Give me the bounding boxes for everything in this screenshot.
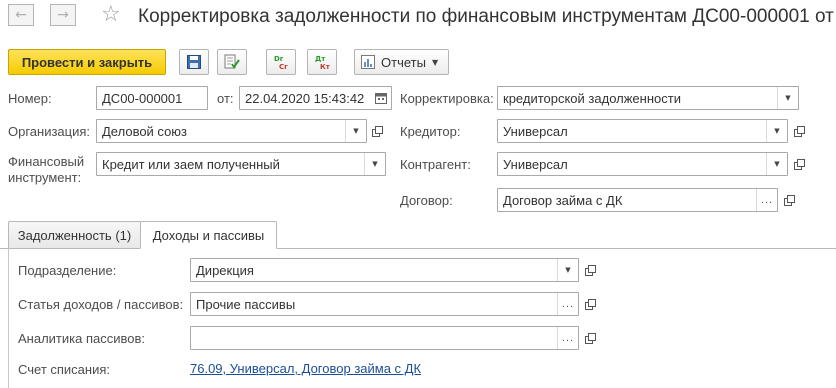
income-item-value: Прочие пассивы bbox=[196, 297, 296, 312]
forward-button[interactable]: → bbox=[50, 4, 76, 26]
open-form-icon bbox=[783, 194, 795, 206]
date-label: от: bbox=[217, 91, 234, 106]
creditor-field[interactable]: Универсал ▼ bbox=[497, 119, 788, 143]
dt-kt-button[interactable]: Дт Кт bbox=[307, 49, 337, 75]
open-form-icon bbox=[371, 125, 383, 137]
post-document-icon bbox=[224, 54, 240, 69]
analytics-open-button[interactable] bbox=[580, 327, 600, 349]
open-form-icon bbox=[793, 125, 805, 137]
analytics-field[interactable]: ... bbox=[190, 326, 579, 350]
instrument-dropdown[interactable]: ▼ bbox=[364, 153, 385, 175]
department-field[interactable]: Дирекция ▼ bbox=[190, 258, 579, 282]
chevron-down-icon: ▼ bbox=[565, 266, 571, 274]
organization-value: Деловой союз bbox=[102, 124, 188, 139]
correction-value: кредиторской задолженности bbox=[503, 91, 681, 106]
contract-field[interactable]: Договор займа с ДК ... bbox=[497, 188, 778, 212]
organization-dropdown[interactable]: ▼ bbox=[345, 120, 366, 142]
instrument-label-line1: Финансовый bbox=[8, 154, 85, 169]
creditor-dropdown[interactable]: ▼ bbox=[766, 120, 787, 142]
number-label: Номер: bbox=[8, 91, 52, 106]
creditor-open-button[interactable] bbox=[789, 120, 809, 142]
back-button[interactable]: ← bbox=[8, 4, 34, 26]
date-value: 22.04.2020 15:43:42 bbox=[245, 91, 365, 106]
tab-income-liabilities[interactable]: Доходы и пассивы bbox=[140, 221, 277, 249]
calendar-button[interactable] bbox=[370, 87, 391, 109]
reports-label: Отчеты bbox=[381, 54, 426, 70]
number-field[interactable]: ДС00-000001 bbox=[96, 86, 208, 110]
instrument-field[interactable]: Кредит или заем полученный ▼ bbox=[96, 152, 386, 176]
organization-field[interactable]: Деловой союз ▼ bbox=[96, 119, 367, 143]
chevron-down-icon: ▼ bbox=[785, 94, 791, 102]
department-dropdown[interactable]: ▼ bbox=[557, 259, 578, 281]
number-value: ДС00-000001 bbox=[102, 91, 183, 106]
open-form-icon bbox=[584, 264, 596, 276]
arrow-left-icon: ← bbox=[15, 7, 27, 23]
floppy-disk-icon bbox=[187, 55, 201, 69]
arrow-right-icon: → bbox=[57, 7, 69, 23]
save-button[interactable] bbox=[179, 49, 209, 75]
svg-text:Cr: Cr bbox=[279, 63, 288, 70]
post-button[interactable] bbox=[217, 49, 247, 75]
writeoff-account-link[interactable]: 76.09, Универсал, Договор займа с ДК bbox=[190, 361, 421, 376]
department-value: Дирекция bbox=[196, 263, 254, 278]
correction-label: Корректировка: bbox=[400, 91, 494, 106]
creditor-value: Универсал bbox=[503, 124, 568, 139]
open-form-icon bbox=[584, 298, 596, 310]
contract-select-button[interactable]: ... bbox=[756, 189, 777, 211]
tab-panel-border bbox=[8, 248, 9, 388]
contract-label: Договор: bbox=[400, 193, 453, 208]
reports-button[interactable]: Отчеты ▼ bbox=[354, 49, 449, 75]
analytics-label: Аналитика пассивов: bbox=[18, 331, 145, 346]
chevron-down-icon: ▼ bbox=[774, 160, 780, 168]
post-and-close-button[interactable]: Провести и закрыть bbox=[8, 49, 166, 75]
chevron-down-icon: ▼ bbox=[353, 127, 359, 135]
date-field[interactable]: 22.04.2020 15:43:42 bbox=[239, 86, 392, 110]
correction-field[interactable]: кредиторской задолженности ▼ bbox=[497, 86, 799, 110]
calendar-icon bbox=[374, 93, 387, 104]
department-open-button[interactable] bbox=[580, 259, 600, 281]
analytics-select-button[interactable]: ... bbox=[557, 327, 578, 349]
counterparty-open-button[interactable] bbox=[789, 153, 809, 175]
writeoff-label: Счет списания: bbox=[18, 362, 111, 377]
open-form-icon bbox=[584, 332, 596, 344]
svg-text:Кт: Кт bbox=[320, 63, 331, 70]
counterparty-field[interactable]: Универсал ▼ bbox=[497, 152, 788, 176]
counterparty-label: Контрагент: bbox=[400, 157, 471, 172]
instrument-value: Кредит или заем полученный bbox=[102, 157, 280, 172]
dr-cr-button[interactable]: Dr Cr bbox=[266, 49, 296, 75]
chevron-down-icon: ▼ bbox=[774, 127, 780, 135]
chevron-down-icon: ▼ bbox=[431, 57, 439, 67]
dt-kt-movements-icon: Дт Кт bbox=[315, 55, 331, 70]
organization-label: Организация: bbox=[8, 124, 91, 139]
reports-icon bbox=[361, 55, 375, 69]
star-icon[interactable]: ☆ bbox=[101, 2, 121, 28]
chevron-down-icon: ▼ bbox=[372, 160, 378, 168]
correction-dropdown[interactable]: ▼ bbox=[777, 87, 798, 109]
open-form-icon bbox=[793, 158, 805, 170]
page-title: Корректировка задолженности по финансовы… bbox=[138, 6, 834, 27]
instrument-label-line2: инструмент: bbox=[8, 170, 82, 185]
dr-cr-movements-icon: Dr Cr bbox=[274, 55, 288, 70]
income-item-open-button[interactable] bbox=[580, 293, 600, 315]
creditor-label: Кредитор: bbox=[400, 124, 461, 139]
organization-open-button[interactable] bbox=[367, 120, 387, 142]
svg-text:Дт: Дт bbox=[315, 55, 326, 63]
income-item-select-button[interactable]: ... bbox=[557, 293, 578, 315]
counterparty-value: Универсал bbox=[503, 157, 568, 172]
income-item-field[interactable]: Прочие пассивы ... bbox=[190, 292, 579, 316]
income-item-label: Статья доходов / пассивов: bbox=[18, 297, 184, 312]
tab-debt[interactable]: Задолженность (1) bbox=[8, 221, 141, 249]
contract-value: Договор займа с ДК bbox=[503, 193, 623, 208]
department-label: Подразделение: bbox=[18, 263, 117, 278]
svg-text:Dr: Dr bbox=[274, 55, 284, 63]
counterparty-dropdown[interactable]: ▼ bbox=[766, 153, 787, 175]
contract-open-button[interactable] bbox=[779, 189, 799, 211]
